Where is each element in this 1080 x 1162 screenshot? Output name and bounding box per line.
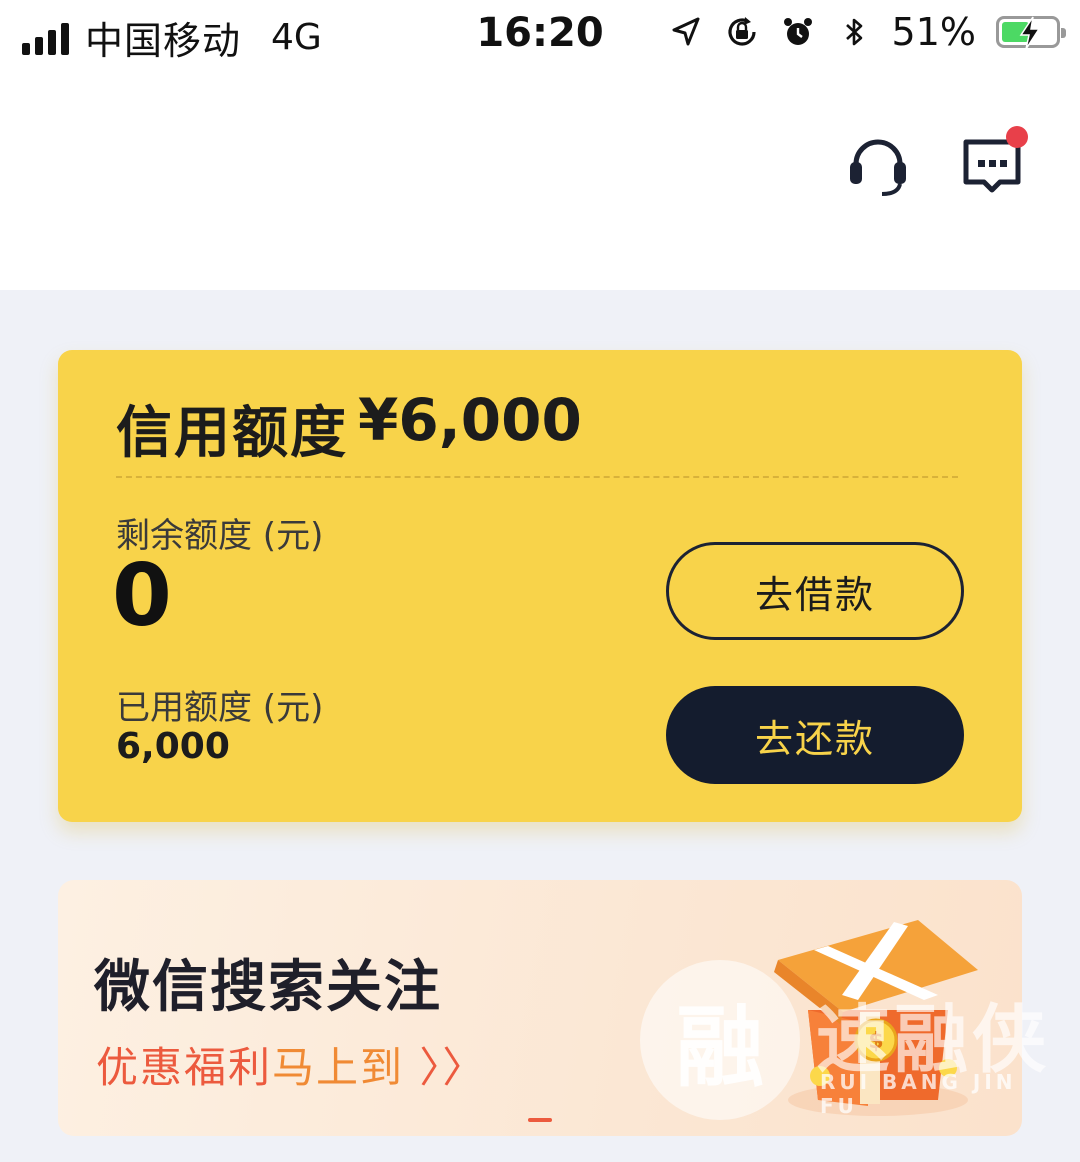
divider [116, 476, 958, 478]
promo-subtitle: 优惠福利马上到 〉〉 [96, 1034, 486, 1095]
page-header [0, 70, 1080, 290]
promo-subtitle-part1: 优惠福利 [96, 1043, 273, 1092]
credit-limit-title: 信用额度 [116, 401, 348, 466]
carousel-indicator [528, 1118, 552, 1122]
status-bar-right: 51% [668, 10, 1066, 54]
alarm-clock-icon [783, 18, 812, 45]
remaining-limit-value: 0 [112, 546, 172, 646]
promo-title: 微信搜索关注 [94, 955, 442, 1020]
lightning-icon [1019, 16, 1041, 50]
promo-subtitle-part2: 马上到 [272, 1043, 405, 1092]
gift-box-icon: $ [774, 920, 978, 1116]
credit-limit-card: 信用额度 ¥6,000 剩余额度 (元) 0 已用额度 (元) 6,000 去借… [58, 350, 1022, 822]
repay-button[interactable]: 去还款 [666, 686, 964, 784]
svg-text:$: $ [868, 1029, 883, 1054]
used-limit-label: 已用额度 (元) [116, 688, 324, 728]
location-arrow-icon [672, 17, 700, 46]
borrow-button[interactable]: 去借款 [666, 542, 964, 640]
bluetooth-icon [845, 18, 862, 46]
battery-percentage: 51% [891, 10, 976, 54]
rotation-lock-icon [727, 17, 756, 46]
headset-icon[interactable] [842, 130, 914, 202]
credit-limit-amount: ¥6,000 [358, 386, 582, 454]
notification-badge [1006, 126, 1028, 148]
status-bar: 中国移动 4G 16:20 51% [0, 0, 1080, 70]
promo-banner[interactable]: 微信搜索关注 优惠福利马上到 〉〉 $ [58, 880, 1022, 1136]
battery-charging-icon [996, 16, 1066, 50]
chevron-right-icon: 〉〉 [419, 1043, 487, 1092]
used-limit-value: 6,000 [116, 726, 230, 767]
